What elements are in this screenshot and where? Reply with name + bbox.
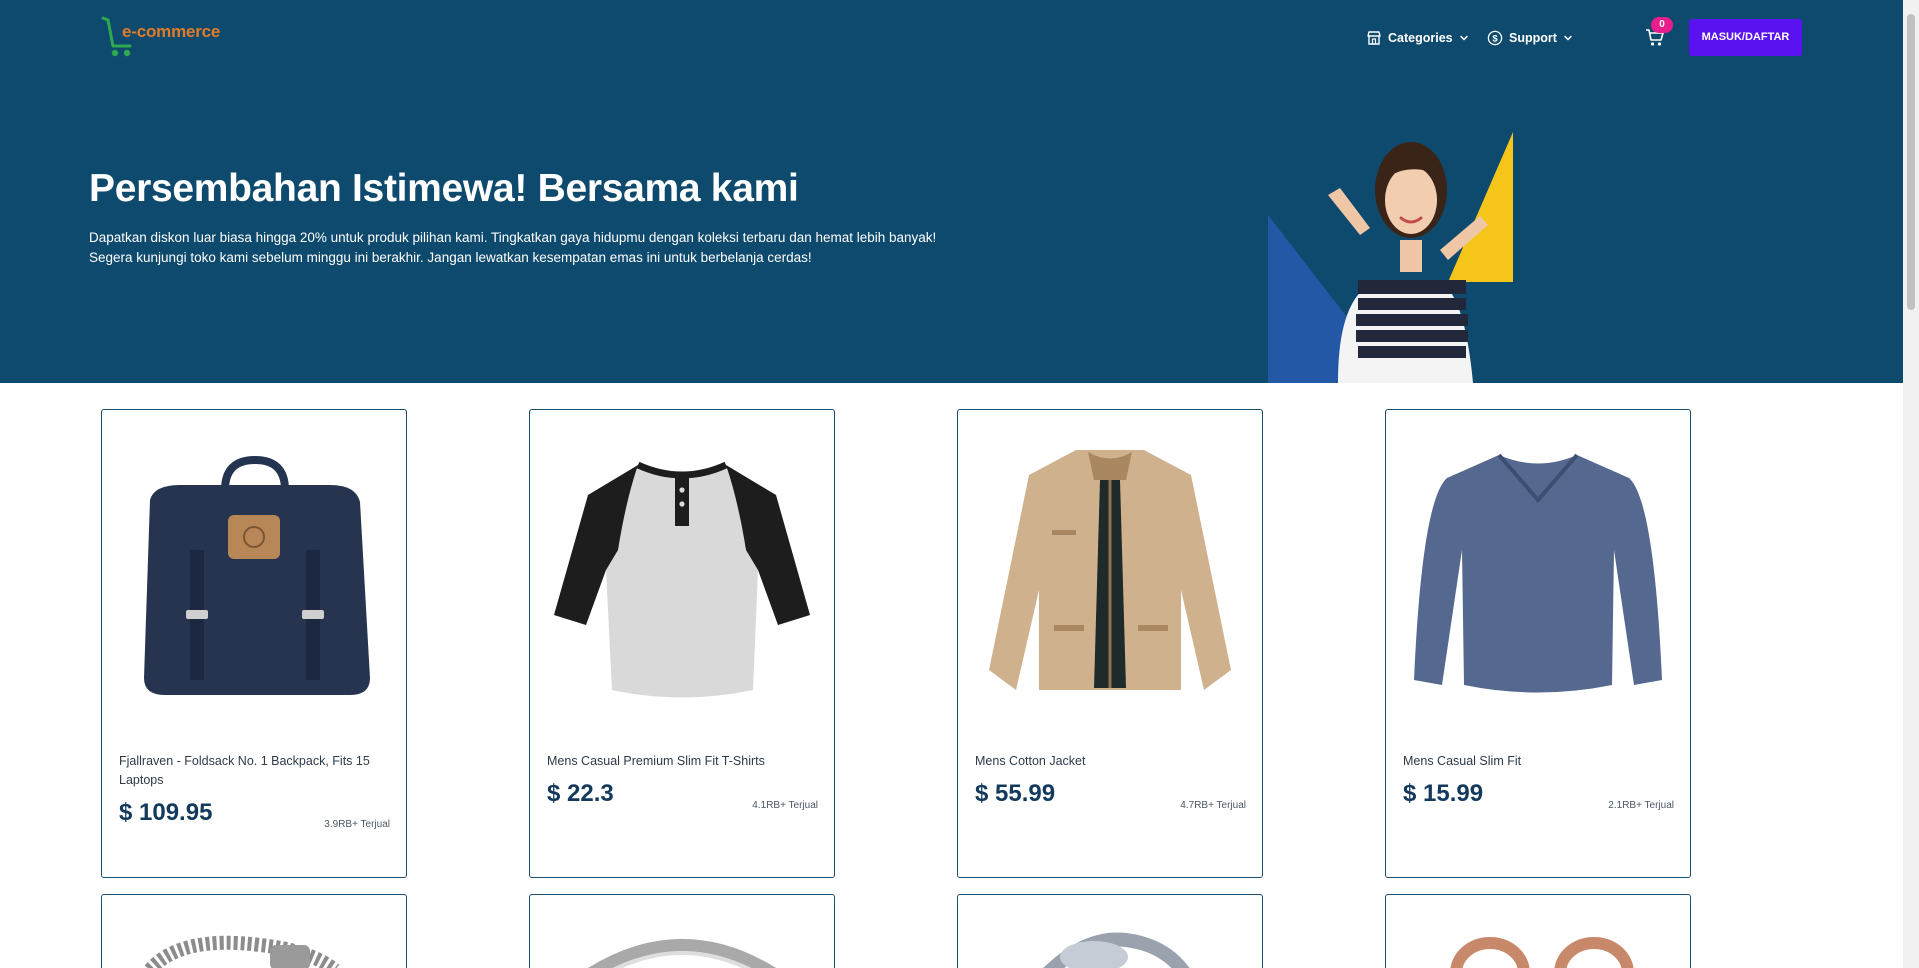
dollar-circle-icon: $	[1487, 30, 1503, 46]
bracelet-image	[144, 935, 340, 968]
support-menu[interactable]: $ Support	[1487, 27, 1573, 49]
product-sold-count: 2.1RB+ Terjual	[1608, 800, 1674, 811]
diamond-ring-image	[1043, 932, 1190, 968]
svg-text:$: $	[1492, 33, 1498, 44]
product-name[interactable]: Mens Cotton Jacket	[975, 752, 1245, 771]
product-sold-count: 4.7RB+ Terjual	[1180, 800, 1246, 811]
backpack-image	[144, 455, 370, 695]
hero-title: Persembahan Istimewa! Bersama kami	[89, 167, 799, 210]
product-card[interactable]	[529, 894, 835, 968]
brand-logo[interactable]: e-commerce	[100, 16, 230, 60]
product-card[interactable]: Fjallraven - Foldsack No. 1 Backpack, Fi…	[101, 409, 407, 878]
page: e-commerce Categories $ Support 0 MASUK/…	[0, 0, 1903, 968]
tshirt-image	[554, 461, 810, 698]
chevron-down-icon	[1564, 35, 1572, 41]
product-sold-count: 3.9RB+ Terjual	[324, 819, 390, 830]
support-label: Support	[1509, 31, 1557, 45]
product-price: $ 55.99	[975, 780, 1056, 807]
longsleeve-shirt-image	[1414, 453, 1662, 693]
product-name[interactable]: Mens Casual Premium Slim Fit T-Shirts	[547, 752, 817, 771]
product-name[interactable]: Mens Casual Slim Fit	[1403, 752, 1673, 771]
categories-menu[interactable]: Categories	[1366, 27, 1469, 49]
login-register-button[interactable]: MASUK/DAFTAR	[1689, 19, 1802, 56]
product-card[interactable]: Mens Casual Slim Fit $ 15.99 2.1RB+ Terj…	[1385, 409, 1691, 878]
hero-description: Dapatkan diskon luar biasa hingga 20% un…	[89, 230, 937, 265]
ring-image	[588, 939, 776, 968]
jacket-image	[989, 450, 1231, 690]
chevron-down-icon	[1459, 35, 1468, 41]
product-price: $ 109.95	[119, 799, 213, 826]
product-name[interactable]: Fjallraven - Foldsack No. 1 Backpack, Fi…	[119, 752, 389, 790]
product-card[interactable]	[1385, 894, 1691, 968]
hero-model-image	[1268, 132, 1513, 383]
scrollbar-thumb[interactable]	[1907, 14, 1915, 310]
product-sold-count: 4.1RB+ Terjual	[752, 800, 818, 811]
earrings-image	[1450, 937, 1634, 968]
product-price: $ 15.99	[1403, 780, 1484, 807]
product-card[interactable]	[101, 894, 407, 968]
cart-count-badge: 0	[1651, 17, 1673, 33]
product-card[interactable]	[957, 894, 1263, 968]
hero-banner: e-commerce Categories $ Support 0 MASUK/…	[0, 0, 1903, 383]
store-icon	[1367, 31, 1381, 45]
product-price: $ 22.3	[547, 780, 614, 807]
categories-label: Categories	[1388, 31, 1453, 45]
product-card[interactable]: Mens Cotton Jacket $ 55.99 4.7RB+ Terjua…	[957, 409, 1263, 878]
logo-text: e-commerce	[122, 22, 221, 41]
product-card[interactable]: Mens Casual Premium Slim Fit T-Shirts $ …	[529, 409, 835, 878]
page-scrollbar[interactable]	[1903, 0, 1919, 968]
